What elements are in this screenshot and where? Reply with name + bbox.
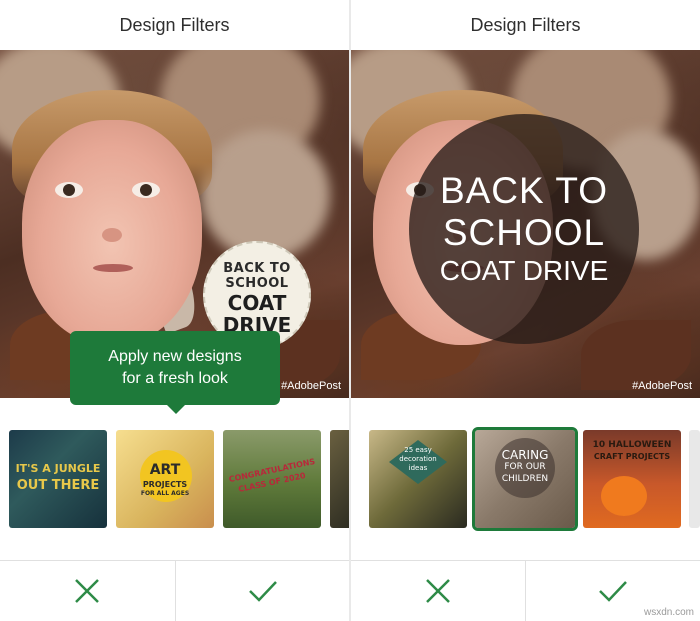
badge-line: BACK TO (439, 170, 609, 211)
tooltip-arrow (166, 404, 186, 414)
tooltip-line: for a fresh look (122, 370, 228, 387)
thumbnail-label: PROJECTS (142, 480, 188, 489)
design-thumbnail-strip[interactable]: 25 easy decoration ideas CARING FOR OUR … (351, 398, 700, 560)
close-icon (426, 579, 450, 603)
tooltip-line: Apply new designs (108, 348, 242, 365)
thumbnail-label: IT'S A JUNGLE (15, 462, 101, 475)
photo-preview: BACK TO SCHOOL COAT DRIVE #AdobePost (351, 50, 700, 398)
page-title: Design Filters (470, 15, 581, 35)
cancel-button[interactable] (351, 561, 525, 621)
close-icon (75, 579, 99, 603)
fur-texture (200, 130, 330, 260)
thumbnail-label: FOR ALL AGES (140, 490, 190, 497)
thumbnail-label: CHILDREN (501, 474, 549, 484)
mouth (93, 264, 133, 272)
badge-line: SCHOOL (442, 212, 606, 253)
design-thumbnail-strip[interactable]: IT'S A JUNGLE OUT THERE ART PROJECTS FOR… (0, 398, 349, 560)
thumbnail-label: OUT THERE (16, 478, 100, 493)
tooltip: Apply new designs for a fresh look (70, 331, 280, 405)
pumpkin (601, 476, 647, 516)
thumbnail-partial[interactable] (689, 430, 700, 528)
left-panel: Design Filters BACK TO SCHOOL COAT DRIVE… (0, 0, 349, 621)
thumbnail-label: CARING (501, 448, 549, 462)
thumbnail-label: ideas (408, 464, 428, 472)
design-badge: BACK TO SCHOOL COAT DRIVE (409, 114, 639, 344)
cancel-button[interactable] (0, 561, 174, 621)
check-icon (249, 581, 277, 602)
thumbnail-jungle[interactable]: IT'S A JUNGLE OUT THERE (9, 430, 107, 528)
thumbnail-art[interactable]: ART PROJECTS FOR ALL AGES (116, 430, 214, 528)
confirm-button[interactable] (176, 561, 349, 621)
thumbnail-decoration[interactable]: 25 easy decoration ideas (369, 430, 467, 528)
right-panel: Design Filters BACK TO SCHOOL COAT DRIVE… (351, 0, 700, 621)
badge-line: COAT DRIVE (439, 255, 609, 286)
thumbnail-halloween[interactable]: 10 HALLOWEEN CRAFT PROJECTS (583, 430, 681, 528)
eye (132, 182, 160, 198)
thumbnail-label: 10 HALLOWEEN (592, 440, 672, 450)
hashtag-label: #AdobePost (632, 380, 692, 392)
hashtag-label: #AdobePost (281, 380, 341, 392)
badge-line: BACK TO (223, 261, 291, 276)
watermark: wsxdn.com (643, 607, 694, 618)
badge-line: SCHOOL (225, 276, 289, 291)
check-icon (599, 581, 627, 602)
thumbnail-congrats[interactable]: CONGRATULATIONS CLASS OF 2020 (223, 430, 321, 528)
thumbnail-label: CRAFT PROJECTS (593, 452, 671, 461)
badge-line: COAT (227, 291, 287, 315)
action-bar (0, 561, 349, 621)
thumbnail-label: ART (149, 462, 181, 478)
thumbnail-label: 25 easy (404, 446, 432, 454)
page-title: Design Filters (119, 15, 230, 35)
thumbnail-label: decoration (399, 455, 437, 463)
thumbnail-label: FOR OUR (504, 462, 546, 472)
nose (102, 228, 122, 242)
thumbnail-caring[interactable]: CARING FOR OUR CHILDREN (472, 427, 578, 531)
thumbnail-partial[interactable] (330, 430, 349, 528)
eye (55, 182, 83, 198)
